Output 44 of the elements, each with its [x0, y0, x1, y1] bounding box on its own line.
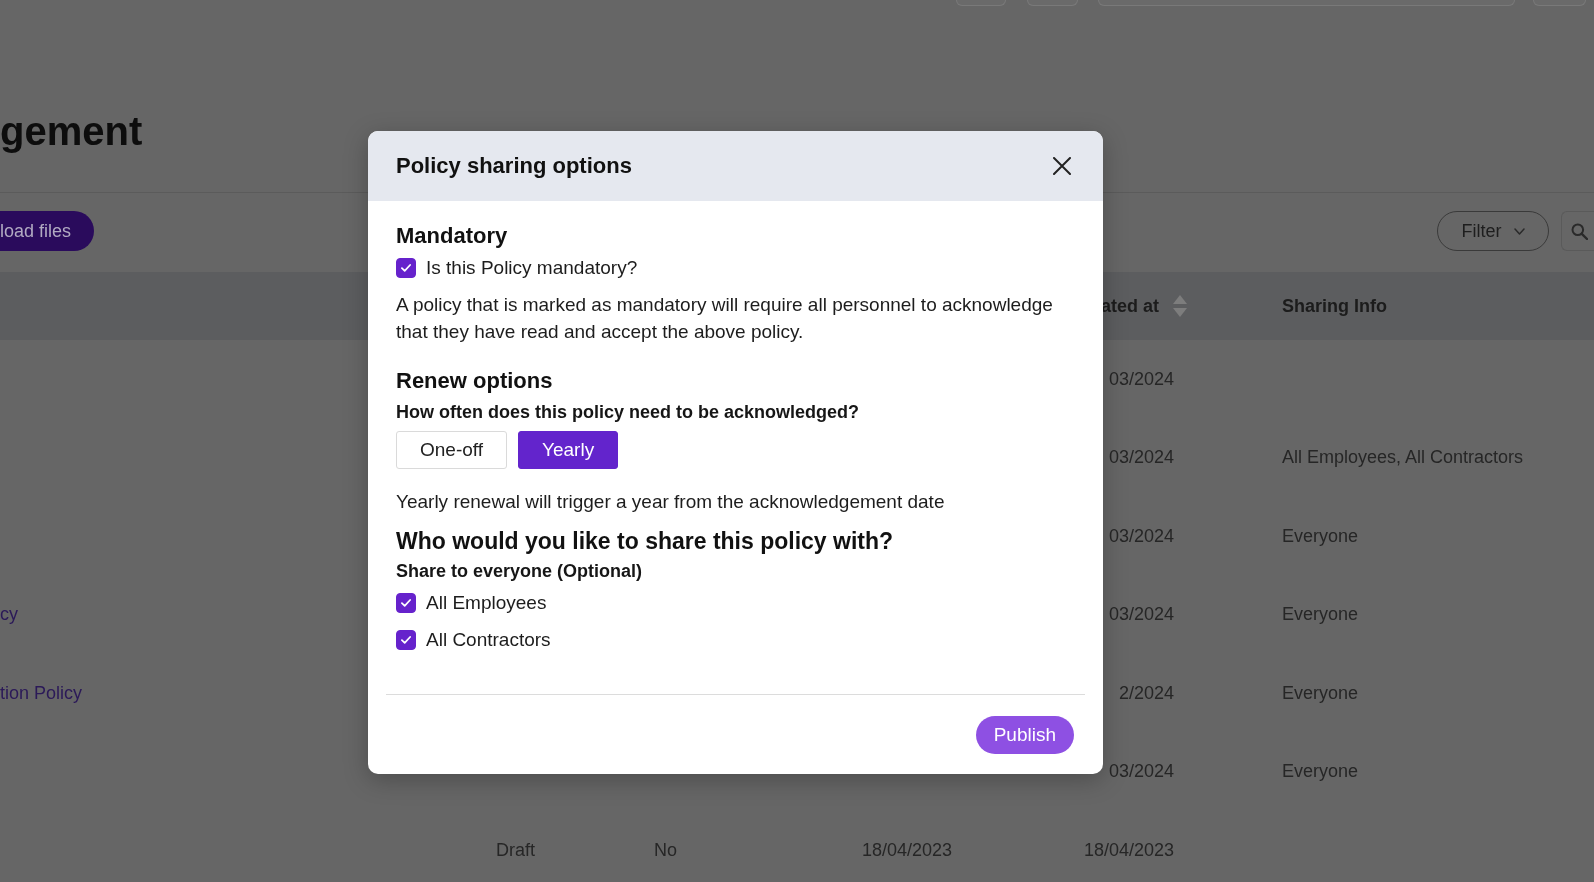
table-cell: Everyone	[1282, 682, 1359, 703]
search-icon	[1571, 222, 1588, 240]
publish-button[interactable]: Publish	[975, 716, 1074, 754]
checkbox-label[interactable]: All Employees	[426, 592, 547, 614]
search-button[interactable]	[1561, 211, 1594, 251]
option-button[interactable]: Yearly	[518, 431, 619, 469]
description-text: A policy that is marked as mandatory will require all personnel to acknowledge that they have read and accept the above policy.	[396, 293, 1054, 344]
table-cell: Everyone	[1282, 761, 1359, 782]
checkbox[interactable]	[396, 630, 416, 650]
checkbox-label[interactable]: Is this Policy mandatory?	[426, 257, 638, 279]
checkbox-label[interactable]: All Contractors	[426, 629, 551, 651]
table-cell: 18/04/2023	[862, 839, 953, 860]
dialog-title: Policy sharing options	[396, 153, 632, 179]
checkbox[interactable]	[396, 593, 416, 613]
table-cell: 03/2024	[1108, 447, 1174, 468]
close-icon	[1053, 157, 1071, 175]
table-cell: 03/2024	[1108, 604, 1174, 625]
table-cell: Everyone	[1282, 604, 1359, 625]
section-heading: Renew options	[396, 367, 553, 395]
check-icon	[401, 636, 411, 644]
description-text: Yearly renewal will trigger a year from the acknowledgement date	[396, 490, 946, 514]
chevron-down-icon	[1513, 227, 1525, 235]
sort-icon[interactable]	[1173, 295, 1188, 317]
table-cell: Everyone	[1282, 525, 1359, 546]
table-cell: 2/2024	[1118, 682, 1174, 703]
column-header: Sharing Info	[1282, 295, 1387, 317]
option-button[interactable]: One-off	[396, 431, 508, 469]
table-cell: 18/04/2023	[1083, 839, 1174, 860]
table-cell: 03/2024	[1108, 761, 1174, 782]
question-label: How often does this policy need to be acknowledged?	[396, 401, 860, 423]
table-cell: All Employees, All Contractors	[1282, 447, 1524, 468]
table-cell: 03/2024	[1108, 525, 1174, 546]
section-heading: Mandatory	[396, 222, 508, 250]
check-icon	[401, 264, 411, 272]
table-cell: Draft	[496, 839, 535, 860]
table-cell: 03/2024	[1108, 368, 1174, 389]
check-icon	[401, 599, 411, 607]
upload-button[interactable]: load files	[0, 211, 94, 251]
section-heading: Who would you like to share this policy with?	[396, 527, 894, 556]
column-header: ated at	[1101, 295, 1160, 317]
checkbox[interactable]	[396, 258, 416, 278]
page-title: gement	[0, 108, 143, 154]
table-cell: No	[654, 839, 677, 860]
question-label: Share to everyone (Optional)	[396, 560, 643, 582]
